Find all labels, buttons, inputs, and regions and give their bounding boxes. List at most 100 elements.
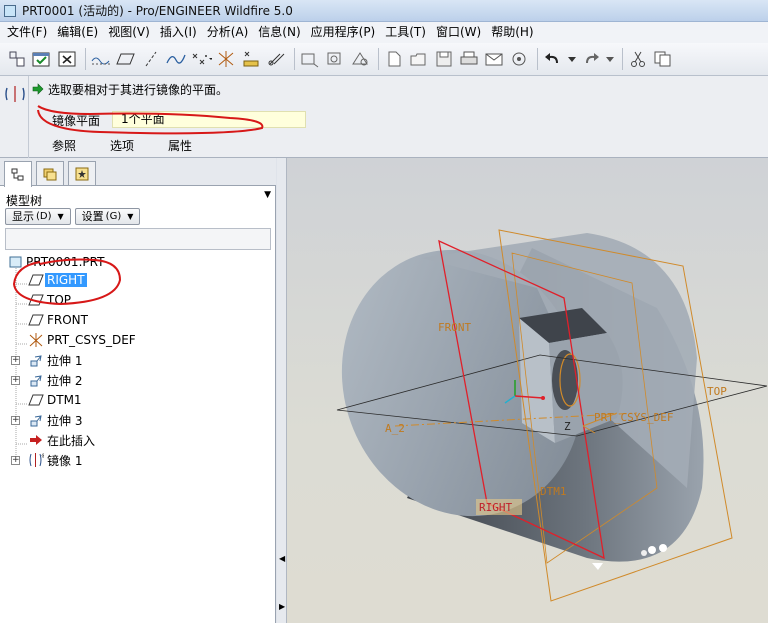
mirror-icon: ※ [28,452,44,468]
datum-plane-icon[interactable] [115,48,137,70]
settings-button-label: 设置 [81,210,104,223]
redo-dropdown-icon[interactable] [605,48,615,70]
tree-root-label: PRT0001.PRT [26,255,105,269]
datum-axis-icon[interactable] [90,48,112,70]
tree-item-extrude-3[interactable]: + 拉伸 3 [0,410,276,430]
panel-menu-dropdown-icon[interactable]: ▼ [264,190,271,200]
tree-item-csys[interactable]: PRT_CSYS_DEF [0,330,276,350]
menu-tools[interactable]: 工具(T) [380,22,431,43]
label-top: TOP [707,385,727,398]
view-manager-icon[interactable] [299,48,321,70]
favorites-tab-icon[interactable] [68,161,96,185]
tree-item-front[interactable]: FRONT [0,310,276,330]
tree-item-label: 镜像 1 [47,453,83,468]
tree-item-extrude-2[interactable]: + 拉伸 2 [0,370,276,390]
tree-item-root[interactable]: PRT0001.PRT [0,254,276,270]
ok-check-icon[interactable] [31,48,53,70]
label-csys: PRT_CSYS_DEF [594,411,673,424]
undo-icon[interactable] [542,48,564,70]
model-tree-tab-icon[interactable] [4,161,32,187]
print-icon[interactable] [458,48,480,70]
chevron-down-icon: ▼ [57,212,64,221]
tree-item-right[interactable]: RIGHT [0,270,276,290]
display-style-icon[interactable] [349,48,371,70]
regenerate-icon[interactable] [6,48,28,70]
toolbar-separator [378,48,379,70]
email-icon[interactable] [483,48,505,70]
regen-model-icon[interactable] [508,48,530,70]
svg-text:※: ※ [41,452,44,460]
collapse-right-icon[interactable]: ▶ [279,602,285,611]
settings-button-hotkey: (G) [105,211,122,222]
datum-point-icon[interactable] [190,48,212,70]
model-tree-title: 模型树 [6,194,43,208]
label-z: Z [564,420,571,433]
tree-item-extrude-1[interactable]: + 拉伸 1 [0,350,276,370]
menu-window[interactable]: 窗口(W) [431,22,486,43]
main-toolbar [0,43,768,76]
expand-icon[interactable]: + [11,455,20,465]
curve-icon[interactable] [165,48,187,70]
panel-splitter[interactable]: ◀ ▶ [277,158,287,623]
datum-line-icon[interactable] [140,48,162,70]
mirror-plane-collector[interactable]: 1个平面 [112,111,306,128]
expand-icon[interactable]: + [11,355,20,365]
folder-browser-tab-icon[interactable] [36,161,64,185]
cut-icon[interactable] [627,48,649,70]
coordinate-system-icon[interactable] [215,48,237,70]
redo-icon[interactable] [580,48,602,70]
tree-item-top[interactable]: TOP [0,290,276,310]
datum-plane-icon [28,272,44,288]
tree-item-label: 拉伸 2 [47,373,83,388]
tree-item-dtm1[interactable]: DTM1 [0,390,276,410]
app-icon [4,4,16,17]
tab-options[interactable]: 选项 [110,137,134,154]
extrude-icon [28,352,44,368]
show-button[interactable]: 显示 (D) ▼ [5,208,71,225]
sketch-icon[interactable] [265,48,287,70]
label-right: RIGHT [479,501,512,514]
tree-item-mirror-1[interactable]: + ※ 镜像 1 [0,450,276,470]
label-axis: A_2 [385,422,405,435]
expand-icon[interactable]: + [11,375,20,385]
tree-filter-bar[interactable] [5,228,271,250]
tree-button-bar: 显示 (D) ▼ 设置 (G) ▼ [5,208,144,225]
menu-info[interactable]: 信息(N) [253,22,305,43]
label-front: FRONT [438,321,471,334]
model-view[interactable]: FRONT TOP PRT_CSYS_DEF A_2 Z DTM1 RIGHT [287,158,768,623]
extrude-icon [28,412,44,428]
message-prompt: 选取要相对于其进行镜像的平面。 [32,80,228,98]
copy-icon[interactable] [652,48,674,70]
menu-file[interactable]: 文件(F) [2,22,52,43]
menu-analysis[interactable]: 分析(A) [202,22,254,43]
cancel-x-icon[interactable] [56,48,78,70]
settings-button[interactable]: 设置 (G) ▼ [74,208,141,225]
extrude-icon [28,372,44,388]
navigator-panel: 模型树 ▼ 显示 (D) ▼ 设置 (G) ▼ PRT0001.PRT RIGHT TO… [0,158,276,623]
save-icon[interactable] [433,48,455,70]
menu-help[interactable]: 帮助(H) [486,22,538,43]
tab-references[interactable]: 参照 [52,137,76,154]
layer-icon[interactable] [324,48,346,70]
menu-view[interactable]: 视图(V) [103,22,155,43]
menu-applications[interactable]: 应用程序(P) [306,22,381,43]
tree-item-label: FRONT [47,313,88,327]
datum-plane-icon [28,292,44,308]
toolbar-separator [622,48,623,70]
tree-item-insert-here[interactable]: 在此插入 [0,430,276,450]
expand-icon[interactable]: + [11,415,20,425]
analysis-icon[interactable] [240,48,262,70]
graphics-window[interactable]: FRONT TOP PRT_CSYS_DEF A_2 Z DTM1 RIGHT [287,158,768,623]
prompt-arrow-icon [32,83,44,95]
selection-marker [659,544,667,552]
new-file-icon[interactable] [383,48,405,70]
tree-item-label: 拉伸 1 [47,353,83,368]
open-file-icon[interactable] [408,48,430,70]
collapse-left-icon[interactable]: ◀ [279,554,285,563]
undo-dropdown-icon[interactable] [567,48,577,70]
part-icon [8,254,24,270]
navigator-tabs [0,158,276,187]
menu-insert[interactable]: 插入(I) [155,22,202,43]
menu-edit[interactable]: 编辑(E) [52,22,103,43]
tab-properties[interactable]: 属性 [168,137,192,154]
